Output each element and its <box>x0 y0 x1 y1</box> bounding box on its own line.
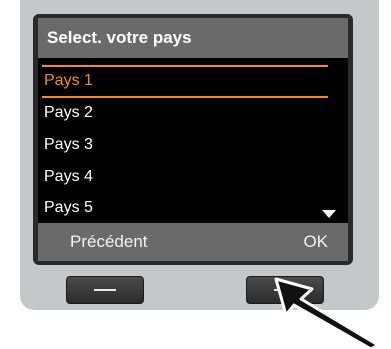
screen-title: Select. votre pays <box>38 18 348 58</box>
softkey-bar: Précédent OK <box>38 223 348 261</box>
scroll-down-icon <box>322 210 336 218</box>
softkey-back-label: Précédent <box>70 232 148 251</box>
display-screen: Select. votre pays Pays 1 Pays 2 Pays 3 … <box>38 18 348 261</box>
phone-device: Select. votre pays Pays 1 Pays 2 Pays 3 … <box>0 0 391 349</box>
list-item-pays-5[interactable]: Pays 5 <box>38 193 348 223</box>
list-item-pays-2[interactable]: Pays 2 <box>38 98 348 128</box>
softkey-ok-label: OK <box>303 232 328 251</box>
list-item-pays-1[interactable]: Pays 1 <box>38 66 348 96</box>
list-item-pays-4[interactable]: Pays 4 <box>38 162 348 192</box>
minus-icon <box>94 289 116 291</box>
pointer-arrow-icon <box>274 277 380 349</box>
list-item-pays-3[interactable]: Pays 3 <box>38 130 348 160</box>
country-list: Pays 1 Pays 2 Pays 3 Pays 4 Pays 5 <box>38 58 348 223</box>
left-softkey-button[interactable] <box>66 276 144 304</box>
